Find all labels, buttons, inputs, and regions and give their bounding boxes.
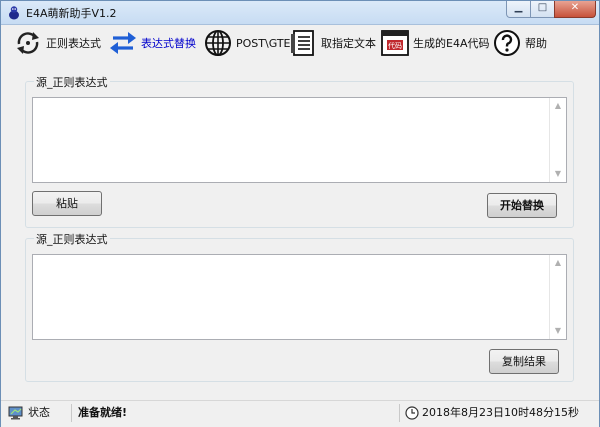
scroll-up-icon[interactable]: ▲ xyxy=(550,98,566,114)
maximize-icon: □ xyxy=(537,2,548,13)
minimize-icon: ▁ xyxy=(514,2,523,13)
status-bar: 状态 准备就绪! 2018年8月23日10时48分15秒 xyxy=(1,400,599,427)
regex-refresh-icon xyxy=(17,32,39,54)
scroll-up-icon[interactable]: ▲ xyxy=(550,255,566,271)
status-monitor-icon xyxy=(8,406,23,420)
replace-arrows-icon xyxy=(110,32,136,54)
paste-button[interactable]: 粘贴 xyxy=(32,191,102,216)
toolbar-item-help[interactable]: 帮助 xyxy=(493,27,547,59)
title-bar: E4A萌新助手V1.2 ▁ □ ✕ xyxy=(1,1,599,25)
toolbar-item-replace[interactable]: 表达式替换 xyxy=(109,27,196,59)
result-textarea[interactable]: ▲ ▼ xyxy=(32,254,567,340)
toolbar-label-e4a-code: 生成的E4A代码 xyxy=(413,37,490,50)
source-regex-group: 源_正则表达式 ▲ ▼ 粘贴 开始替换 xyxy=(25,74,574,228)
source-scrollbar[interactable]: ▲ ▼ xyxy=(549,98,566,182)
toolbar-item-extract-text[interactable]: 取指定文本 xyxy=(289,27,376,59)
window-title: E4A萌新助手V1.2 xyxy=(26,7,117,20)
status-separator xyxy=(71,404,72,422)
status-separator xyxy=(399,404,400,422)
scroll-down-icon[interactable]: ▼ xyxy=(550,323,566,339)
source-group-title: 源_正则表达式 xyxy=(34,74,110,90)
source-regex-textarea[interactable]: ▲ ▼ xyxy=(32,97,567,183)
status-label: 状态 xyxy=(28,406,50,419)
result-group-title: 源_正则表达式 xyxy=(34,231,110,247)
start-replace-button[interactable]: 开始替换 xyxy=(487,193,557,218)
toolbar-label-replace: 表达式替换 xyxy=(141,37,196,50)
maximize-button[interactable]: □ xyxy=(530,1,555,18)
help-icon xyxy=(494,30,520,56)
scroll-down-icon[interactable]: ▼ xyxy=(550,166,566,182)
toolbar-label-extract-text: 取指定文本 xyxy=(321,37,376,50)
app-logo-icon xyxy=(9,6,19,20)
toolbar-label-regex: 正则表达式 xyxy=(46,37,101,50)
toolbar-label-post-get: POST\GTE xyxy=(236,36,291,50)
app-window: E4A萌新助手V1.2 ▁ □ ✕ 正则表达式 表达式替换 POST\GTE 取… xyxy=(0,0,600,427)
result-scrollbar[interactable]: ▲ ▼ xyxy=(549,255,566,339)
result-regex-group: 源_正则表达式 ▲ ▼ 复制结果 xyxy=(25,231,574,382)
toolbar-item-e4a-code[interactable]: 代码 生成的E4A代码 xyxy=(381,27,489,59)
globe-icon xyxy=(205,30,231,56)
toolbar-item-regex[interactable]: 正则表达式 xyxy=(14,27,101,59)
toolbar: 正则表达式 表达式替换 POST\GTE 取指定文本 代码 生成的E4A代码 帮… xyxy=(1,25,599,61)
copy-result-button[interactable]: 复制结果 xyxy=(489,349,559,374)
code-window-icon: 代码 xyxy=(381,30,409,56)
status-message: 准备就绪! xyxy=(78,406,128,419)
toolbar-label-help: 帮助 xyxy=(525,37,547,50)
toolbar-item-post-get[interactable]: POST\GTE xyxy=(204,27,291,59)
status-datetime: 2018年8月23日10时48分15秒 xyxy=(422,406,579,419)
document-icon xyxy=(291,30,314,56)
close-icon: ✕ xyxy=(570,2,580,13)
minimize-button[interactable]: ▁ xyxy=(506,1,531,18)
code-badge: 代码 xyxy=(388,41,402,50)
close-button[interactable]: ✕ xyxy=(554,1,596,18)
clock-icon xyxy=(405,406,419,420)
